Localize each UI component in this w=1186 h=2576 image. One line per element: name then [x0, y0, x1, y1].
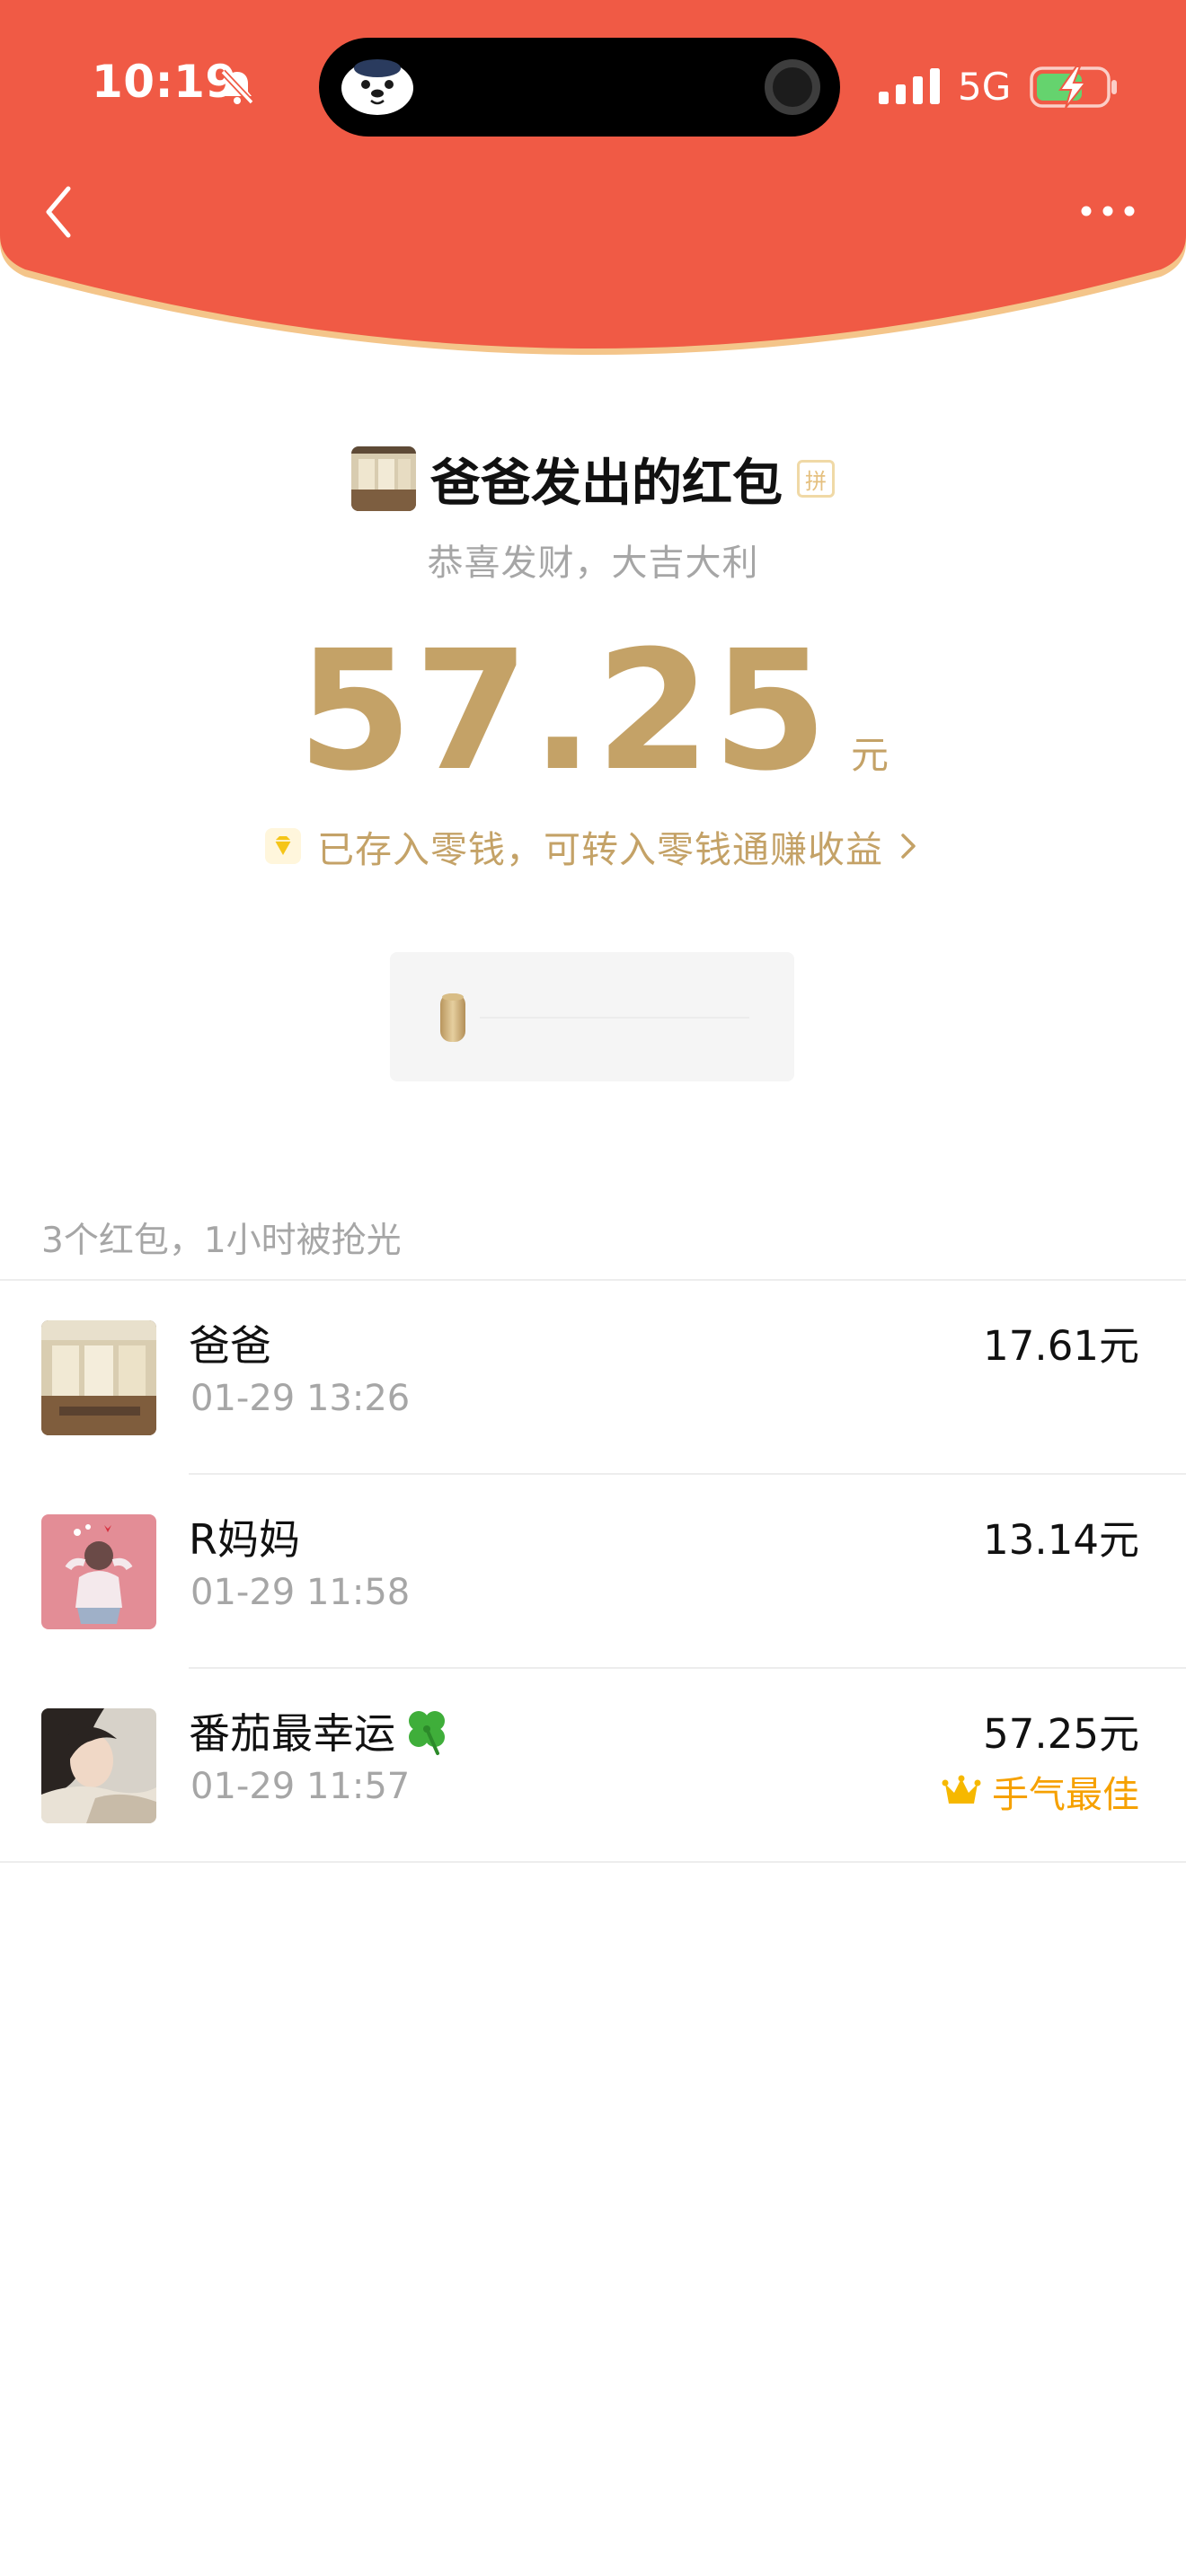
claim-list: 爸爸 01-29 13:26 17.61元 R妈妈 01-29 11:58 13… — [0, 1281, 1186, 1863]
dynamic-island — [319, 38, 840, 137]
crown-icon — [942, 1775, 981, 1804]
amount-unit: 元 — [851, 733, 890, 777]
battery-charging-icon — [1030, 66, 1117, 109]
saved-to-change-link[interactable]: 已存入零钱，可转入零钱通赚收益 — [0, 819, 1186, 873]
bell-slash-icon — [220, 69, 254, 105]
reply-sticker-box[interactable] — [390, 952, 794, 1081]
list-summary: 3个红包，1小时被抢光 — [41, 1221, 402, 1261]
clover-icon — [409, 1711, 445, 1755]
avatar[interactable] — [41, 1708, 156, 1823]
claim-time: 01-29 11:58 — [190, 1572, 411, 1613]
list-item[interactable]: 爸爸 01-29 13:26 17.61元 — [0, 1281, 1186, 1475]
list-item[interactable]: R妈妈 01-29 11:58 13.14元 — [0, 1475, 1186, 1669]
status-time: 10:19 — [92, 56, 237, 108]
cellular-signal-icon — [879, 68, 940, 104]
reply-placeholder-line — [480, 1017, 749, 1019]
avatar[interactable] — [41, 1514, 156, 1629]
amount-row: 57.25 元 — [0, 629, 1186, 794]
pin-badge: 拼 — [797, 460, 835, 498]
received-amount: 57.25 — [296, 615, 829, 807]
chevron-right-icon — [901, 834, 916, 859]
divider — [0, 1861, 1186, 1863]
claim-time: 01-29 11:57 — [190, 1766, 411, 1807]
claim-amount: 57.25元 — [983, 1710, 1139, 1758]
network-type: 5G — [958, 65, 1012, 109]
claimant-name: 番茄最幸运 — [189, 1709, 395, 1758]
claimant-name: R妈妈 — [189, 1515, 300, 1564]
claimant-name: 爸爸 — [189, 1321, 271, 1370]
claim-amount: 17.61元 — [983, 1322, 1139, 1370]
claim-time: 01-29 13:26 — [190, 1378, 411, 1419]
sender-row: 爸爸发出的红包 拼 — [0, 446, 1186, 513]
scroll-icon — [440, 993, 465, 1042]
best-luck-label: 手气最佳 — [992, 1773, 1139, 1816]
more-icon[interactable] — [1078, 199, 1137, 223]
list-item[interactable]: 番茄最幸运 01-29 11:57 57.25元 手气最佳 — [0, 1669, 1186, 1863]
seal-mascot-icon — [341, 59, 413, 115]
red-envelope-header: 10:19 5G — [0, 0, 1186, 359]
camera-icon — [765, 59, 820, 115]
sender-avatar[interactable] — [351, 446, 416, 511]
best-luck-badge: 手气最佳 — [942, 1764, 1139, 1818]
back-icon[interactable] — [38, 180, 84, 244]
saved-notice: 已存入零钱，可转入零钱通赚收益 — [317, 828, 883, 871]
greeting-message: 恭喜发财，大吉大利 — [427, 543, 759, 584]
diamond-icon — [265, 828, 301, 864]
sender-title: 爸爸发出的红包 — [430, 454, 783, 513]
claim-amount: 13.14元 — [983, 1516, 1139, 1564]
status-bar: 10:19 5G — [0, 0, 1186, 171]
claimant-name-row: 番茄最幸运 — [189, 1701, 453, 1760]
avatar[interactable] — [41, 1320, 156, 1435]
